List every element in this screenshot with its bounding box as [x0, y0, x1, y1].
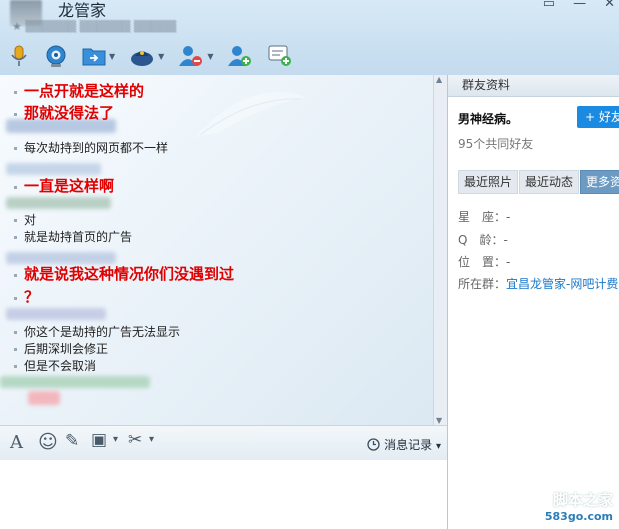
add-chat-icon	[268, 45, 292, 66]
group-link[interactable]: 宜昌龙管家-网吧计费	[506, 277, 618, 291]
chat-history[interactable]: 一点开就是这样的 那就没得法了 每次劫持到的网页都不一样 一直是这样啊 对 就是…	[0, 75, 448, 425]
chat-message: 但是不会取消	[14, 357, 96, 374]
info-label: 星 座：	[458, 210, 507, 224]
chevron-down-icon[interactable]: ▾	[149, 434, 154, 445]
site-watermark: 脚本之家 583go.com	[545, 489, 613, 523]
remove-member-icon	[179, 46, 203, 66]
info-label: Q 龄：	[458, 233, 504, 247]
scroll-up-icon[interactable]: ▲	[436, 75, 442, 84]
chat-message: ？	[14, 286, 39, 307]
add-friend-button[interactable]: + 好友	[577, 106, 619, 128]
close-button[interactable]: ✕	[604, 0, 615, 11]
remove-member-button[interactable]: ▼	[178, 44, 213, 68]
message-history-label: 消息记录	[384, 438, 433, 452]
watermark-url: 583go.com	[544, 510, 613, 523]
blurred-sender-name	[6, 308, 106, 320]
info-row-q-age: Q 龄：-	[458, 231, 508, 248]
scissors-icon[interactable]: ✂	[128, 430, 142, 450]
tab-more-info[interactable]: 更多资料	[580, 170, 619, 194]
chat-window-header: 龙管家 ★ ▒▒▒▒▒▒ ▒▒▒▒▒▒ ▒▒▒▒▒ ▭ — ✕ ▼ ▼ ▼	[0, 0, 619, 75]
blurred-sender-name	[6, 197, 111, 209]
info-row-location: 位 置：-	[458, 253, 510, 270]
panel-header: 群友资料	[448, 75, 619, 97]
clock-icon	[367, 438, 380, 451]
chat-message: 后期深圳会修正	[14, 340, 108, 357]
info-value: -	[506, 210, 511, 224]
image-icon[interactable]: ▣	[91, 430, 107, 450]
input-toolbar: A ☺ ✎ ▣ ▾ ✂ ▾ 消息记录 ▾	[0, 425, 448, 460]
info-row-zodiac: 星 座：-	[458, 208, 510, 225]
tab-recent-activity[interactable]: 最近动态	[519, 170, 580, 194]
restore-button[interactable]: ▭	[543, 0, 555, 11]
add-chat-button[interactable]	[267, 44, 293, 68]
contact-signature: ★ ▒▒▒▒▒▒ ▒▒▒▒▒▒ ▒▒▒▒▒	[12, 20, 177, 33]
chat-message: 一直是这样啊	[14, 175, 114, 196]
chevron-down-icon[interactable]: ▾	[113, 434, 118, 445]
member-nickname: 男神经病。	[458, 112, 519, 126]
chat-message: 每次劫持到的网页都不一样	[14, 139, 168, 156]
info-label: 所在群：	[458, 277, 507, 291]
edit-icon[interactable]: ✎	[65, 431, 79, 451]
message-history-button[interactable]: 消息记录 ▾	[367, 436, 441, 453]
video-call-button[interactable]	[44, 44, 68, 68]
microphone-button[interactable]	[8, 44, 30, 68]
emoji-icon[interactable]: ☺	[38, 431, 58, 453]
feather-decoration-icon	[195, 92, 305, 137]
add-member-icon	[228, 46, 252, 66]
minimize-button[interactable]: —	[573, 0, 586, 11]
chat-message: 一点开就是这样的	[14, 80, 144, 101]
scroll-down-icon[interactable]: ▼	[436, 416, 442, 425]
member-profile-panel: 群友资料 男神经病。 + 好友 95个共同好友 最近照片 最近动态 更多资料 星…	[448, 75, 619, 529]
video-camera-icon	[46, 45, 66, 67]
chat-message: 那就没得法了	[14, 102, 114, 123]
file-transfer-button[interactable]: ▼	[82, 45, 115, 67]
blurred-sender-name	[6, 163, 101, 175]
chevron-down-icon[interactable]: ▼	[207, 52, 213, 61]
remote-assist-button[interactable]: ▼	[129, 45, 164, 67]
profile-tabs: 最近照片 最近动态 更多资料	[458, 170, 619, 194]
chevron-down-icon[interactable]: ▼	[158, 52, 164, 61]
chat-toolbar: ▼ ▼ ▼	[8, 41, 307, 71]
watermark-text: 脚本之家	[552, 491, 613, 509]
mutual-friends-count[interactable]: 95个共同好友	[458, 135, 533, 152]
chat-scrollbar[interactable]: ▲ ▼	[433, 75, 447, 425]
chat-message: 就是劫持首页的广告	[14, 228, 132, 245]
blurred-sender-name	[28, 391, 60, 405]
chevron-down-icon[interactable]: ▾	[436, 441, 441, 452]
chat-message: 对	[14, 211, 36, 228]
font-icon[interactable]: A	[10, 432, 23, 453]
message-input[interactable]	[0, 460, 448, 529]
window-title: 龙管家	[58, 1, 107, 20]
file-transfer-icon	[82, 48, 106, 66]
add-member-button[interactable]	[227, 44, 253, 68]
info-value: -	[506, 255, 511, 269]
remote-assist-icon	[131, 51, 154, 66]
chat-message: 你这个是劫持的广告无法显示	[14, 323, 180, 340]
microphone-icon	[11, 45, 27, 66]
info-label: 位 置：	[458, 255, 507, 269]
chat-message: 就是说我这种情况你们没遇到过	[14, 263, 234, 284]
chevron-down-icon[interactable]: ▼	[109, 52, 115, 61]
tab-recent-photos[interactable]: 最近照片	[458, 170, 519, 194]
window-controls: ▭ — ✕	[543, 0, 615, 11]
blurred-sender-name	[0, 376, 150, 388]
info-value: -	[503, 233, 508, 247]
info-row-group: 所在群：宜昌龙管家-网吧计费	[458, 275, 618, 292]
